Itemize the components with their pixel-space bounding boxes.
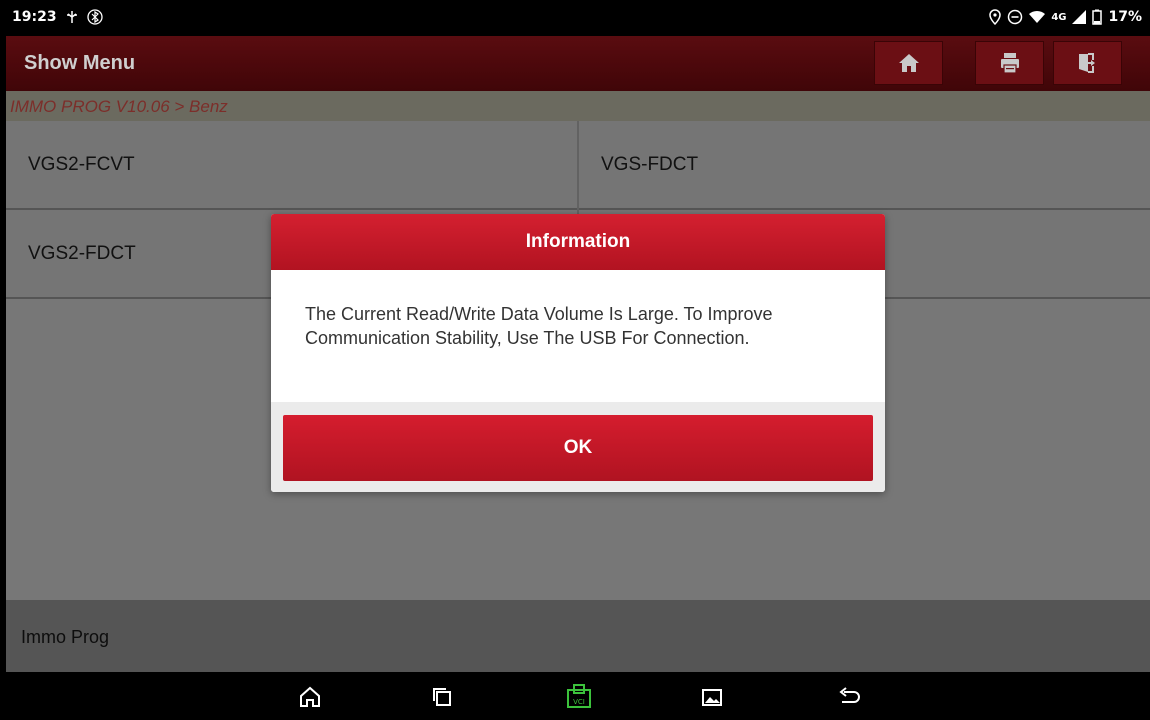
- breadcrumb: IMMO PROG V10.06 > Benz: [6, 91, 1150, 121]
- print-icon: [1000, 53, 1019, 74]
- menu-item-label: VGS2-FDCT: [28, 242, 136, 264]
- wifi-icon: [1029, 10, 1046, 24]
- status-bar: 19:23 4G 17%: [0, 0, 1150, 36]
- nav-back-button[interactable]: [832, 682, 868, 712]
- exit-icon: [1078, 53, 1095, 73]
- nav-recents-button[interactable]: [424, 682, 460, 712]
- footer-label: Immo Prog: [21, 627, 110, 647]
- nav-vci-button[interactable]: VCI: [561, 682, 597, 712]
- menu-item-label: VGS-FDCT: [601, 153, 699, 175]
- breadcrumb-text: IMMO PROG V10.06 > Benz: [10, 97, 228, 116]
- signal-icon: [1072, 10, 1087, 24]
- dialog-message-line: The Current Read/Write Data Volume Is La…: [305, 304, 773, 324]
- menu-item[interactable]: VGS2-FCVT: [6, 121, 577, 208]
- back-icon: [839, 687, 860, 703]
- page-title: Show Menu: [24, 52, 136, 74]
- vci-icon: VCI: [567, 684, 591, 708]
- dialog-message-line: Communication Stability, Use The USB For…: [305, 328, 750, 348]
- location-icon: [989, 9, 1002, 25]
- nav-home-button[interactable]: [292, 682, 328, 712]
- title-bar: Show Menu: [6, 36, 1150, 91]
- dialog-message: The Current Read/Write Data Volume Is La…: [305, 302, 865, 350]
- menu-item[interactable]: VGS-FDCT: [579, 121, 1150, 208]
- gallery-icon: [702, 689, 722, 706]
- ok-button[interactable]: OK: [283, 415, 873, 481]
- battery-percent: 17%: [1108, 9, 1142, 25]
- dialog-footer: OK: [271, 402, 885, 492]
- recents-icon: [433, 688, 451, 706]
- footer: Immo Prog: [6, 600, 1150, 672]
- network-type: 4G: [1051, 11, 1067, 23]
- dnd-icon: [1007, 9, 1023, 25]
- information-dialog: Information The Current Read/Write Data …: [271, 214, 885, 492]
- status-time: 19:23: [12, 9, 57, 25]
- home-icon: [300, 686, 320, 707]
- nav-gallery-button[interactable]: [694, 682, 730, 712]
- home-button[interactable]: [874, 41, 943, 85]
- bluetooth-icon: [86, 9, 103, 25]
- battery-icon: [1092, 9, 1103, 25]
- navigation-bar: VCI: [0, 672, 1150, 720]
- home-icon: [898, 54, 919, 72]
- menu-item-label: VGS2-FCVT: [28, 153, 135, 175]
- dialog-title: Information: [271, 214, 885, 270]
- svg-text:VCI: VCI: [573, 698, 585, 706]
- exit-button[interactable]: [1053, 41, 1122, 85]
- print-button[interactable]: [975, 41, 1044, 85]
- usb-debug-icon: [65, 10, 79, 24]
